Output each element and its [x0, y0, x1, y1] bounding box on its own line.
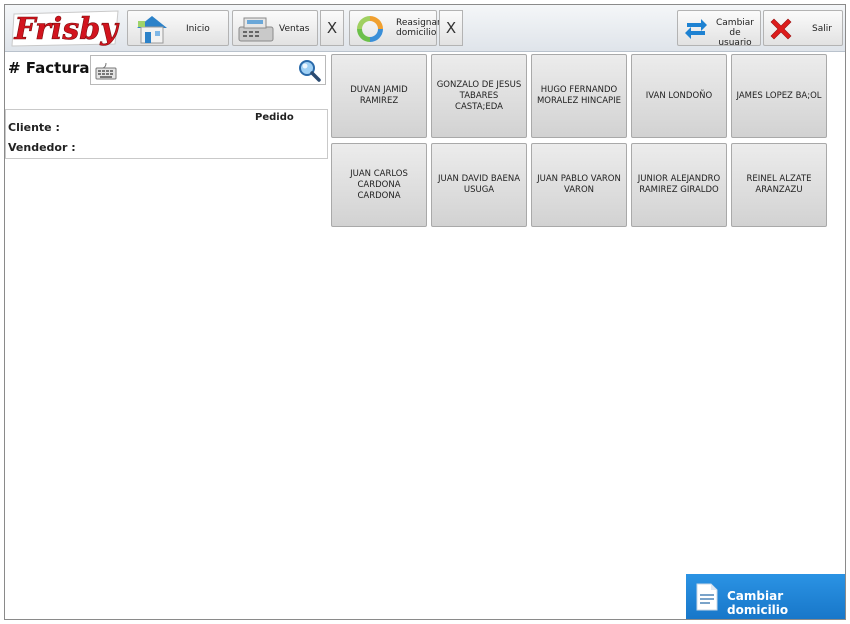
- vendor-name-line1: JUAN CARLOS: [350, 168, 408, 179]
- ventas-label: Ventas: [279, 24, 310, 34]
- vendor-name-line2: MORALEZ HINCAPIE: [536, 96, 622, 106]
- vendor-name-line2: RAMIREZ: [359, 96, 399, 106]
- vendor-name-line1: IVAN LONDOÑO: [645, 90, 713, 101]
- toolbar: Frisby Inicio Ventas X Reasignar domicil…: [5, 5, 845, 52]
- inicio-label: Inicio: [186, 24, 210, 34]
- close-x-icon: [770, 18, 792, 40]
- vendor-name-line1: REINEL ALZATE: [746, 174, 812, 184]
- vendedor-label: Vendedor :: [8, 141, 76, 154]
- cash-register-icon: [238, 17, 274, 42]
- keyboard-icon: [95, 62, 117, 80]
- vendor-name: DUVAN JAMID RAMIREZ: [350, 85, 407, 107]
- cambiar-usuario-button[interactable]: Cambiar de usuario: [677, 10, 761, 48]
- vendor-name-line1: JUAN PABLO VARON: [537, 174, 621, 184]
- reasignar-domicilio-button[interactable]: Reasignar domicilio: [349, 10, 441, 46]
- inicio-button[interactable]: Inicio: [127, 10, 229, 46]
- vendor-name: JAMES LOPEZ BA;OL: [736, 91, 821, 102]
- vendor-name-line1: JUAN DAVID BAENA: [437, 174, 521, 184]
- vendor-tile-junior[interactable]: JUNIOR ALEJANDRO RAMIREZ GIRALDO: [631, 143, 727, 227]
- search-icon[interactable]: [297, 58, 321, 82]
- vendor-tile-duvan[interactable]: DUVAN JAMID RAMIREZ: [331, 54, 427, 138]
- vendor-name-line2: RAMIREZ GIRALDO: [639, 185, 719, 195]
- vendor-tile-juan-david[interactable]: JUAN DAVID BAENA USUGA: [431, 143, 527, 227]
- vendor-name: JUAN PABLO VARON VARON: [537, 174, 621, 196]
- app-window: Frisby Inicio Ventas X Reasignar domicil…: [4, 4, 846, 620]
- close-reasignar-button[interactable]: X: [439, 10, 463, 46]
- reasignar-line2: domicilio: [396, 28, 437, 38]
- vendor-tile-gonzalo[interactable]: GONZALO DE JESUS TABARES CASTA;EDA: [431, 54, 527, 138]
- reassign-arrows-icon: [357, 16, 383, 42]
- cambiar-domicilio-label: Cambiar domicilio: [727, 589, 789, 617]
- vendor-name-line2: TABARES CASTA;EDA: [455, 90, 503, 112]
- vendor-name-line2: CARDONA CARDONA: [357, 179, 401, 201]
- factura-input[interactable]: [90, 55, 326, 85]
- vendor-name: HUGO FERNANDO MORALEZ HINCAPIE: [537, 85, 621, 107]
- salir-label: Salir: [812, 24, 832, 34]
- vendor-name-line2: ARANZAZU: [755, 185, 803, 195]
- vendor-name-line1: JUNIOR ALEJANDRO: [637, 174, 721, 184]
- vendor-name: JUNIOR ALEJANDRO RAMIREZ GIRALDO: [638, 174, 721, 196]
- cliente-label: Cliente :: [8, 121, 60, 134]
- vendor-name-line2: USUGA: [463, 185, 495, 195]
- vendor-tile-hugo[interactable]: HUGO FERNANDO MORALEZ HINCAPIE: [531, 54, 627, 138]
- ventas-button[interactable]: Ventas: [232, 10, 318, 46]
- vendor-name: GONZALO DE JESUS TABARES CASTA;EDA: [435, 80, 523, 113]
- vendor-tile-juan-carlos[interactable]: JUAN CARLOS CARDONA CARDONA: [331, 143, 427, 227]
- vendor-tile-ivan[interactable]: IVAN LONDOÑO: [631, 54, 727, 138]
- cambiar-usuario-line2: usuario: [718, 38, 752, 48]
- reasignar-line1: Reasignar: [396, 18, 441, 28]
- invoice-panel: # Factura Pedido Cliente : Vendedor :: [5, 53, 328, 159]
- vendor-name: REINEL ALZATE ARANZAZU: [746, 174, 811, 196]
- vendor-name-line1: DUVAN JAMID: [350, 85, 408, 95]
- vendor-name: IVAN LONDOÑO: [646, 91, 712, 102]
- vendor-name-line1: HUGO FERNANDO: [540, 85, 618, 95]
- vendor-name: JUAN CARLOS CARDONA CARDONA: [335, 169, 423, 202]
- house-icon: [137, 16, 167, 44]
- salir-button[interactable]: Salir: [763, 10, 843, 46]
- vendor-tile-james[interactable]: JAMES LOPEZ BA;OL: [731, 54, 827, 138]
- document-icon: [696, 583, 718, 611]
- order-info-box: Pedido Cliente : Vendedor :: [5, 109, 328, 159]
- vendor-name-line2: VARON: [563, 185, 595, 195]
- vendor-name: JUAN DAVID BAENA USUGA: [438, 174, 520, 196]
- cambiar-domicilio-button[interactable]: Cambiar domicilio: [686, 574, 845, 619]
- swap-user-icon: [685, 19, 707, 39]
- logo-text: Frisby: [13, 12, 120, 47]
- vendor-tile-juan-pablo[interactable]: JUAN PABLO VARON VARON: [531, 143, 627, 227]
- vendor-tile-reinel[interactable]: REINEL ALZATE ARANZAZU: [731, 143, 827, 227]
- vendor-name-line1: GONZALO DE JESUS: [436, 79, 522, 90]
- cambiar-usuario-label: Cambiar de usuario: [710, 18, 760, 48]
- cambiar-usuario-line1: Cambiar de: [716, 18, 754, 38]
- pedido-label: Pedido: [255, 112, 294, 123]
- frisby-logo: Frisby: [10, 8, 122, 48]
- vendor-name-line1: JAMES LOPEZ BA;OL: [736, 90, 822, 101]
- factura-label: # Factura: [8, 59, 90, 77]
- close-ventas-button[interactable]: X: [320, 10, 344, 46]
- reasignar-label: Reasignar domicilio: [396, 18, 441, 38]
